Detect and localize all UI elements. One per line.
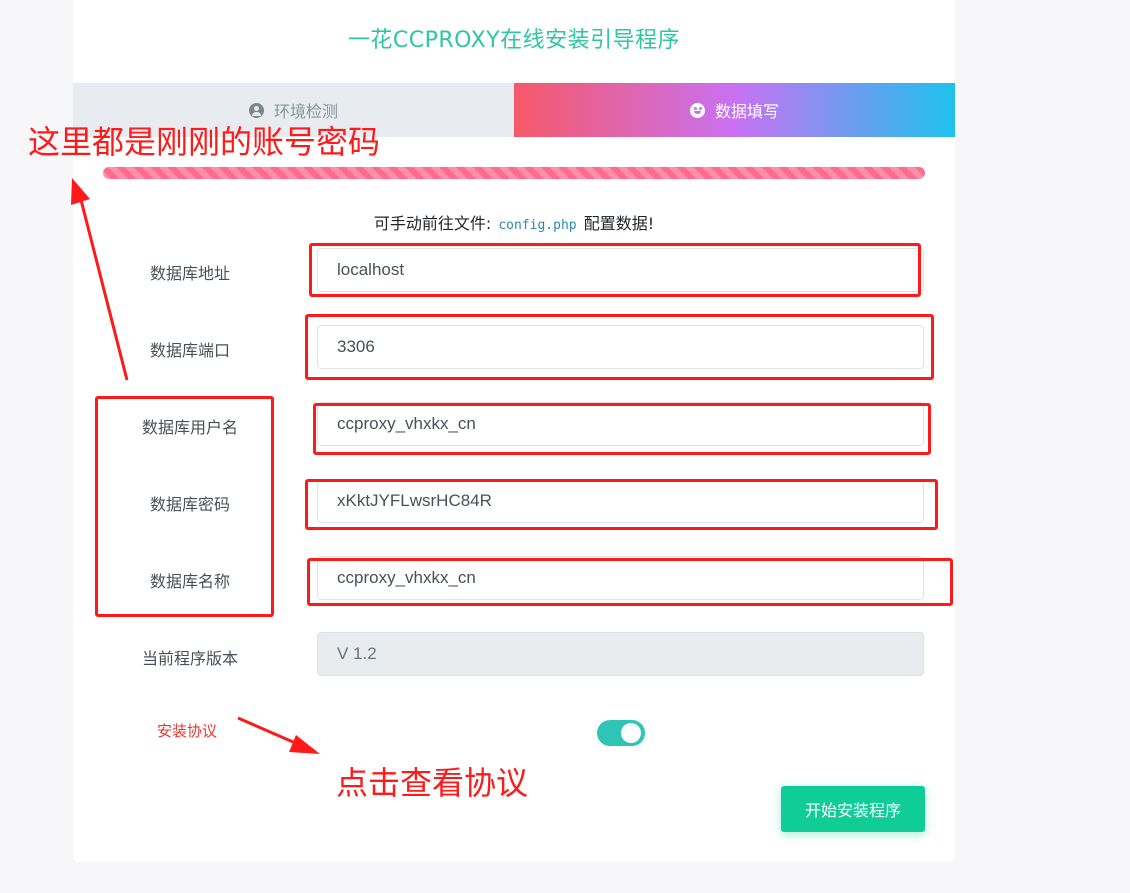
page-title: 一花CCPROXY在线安装引导程序 bbox=[347, 28, 681, 53]
annotation-box-port bbox=[305, 314, 934, 380]
user-circle-icon bbox=[248, 102, 264, 118]
agreement-link[interactable]: 安装协议 bbox=[157, 720, 217, 741]
tab-data-entry[interactable]: 数据填写 bbox=[514, 83, 955, 137]
tab-data-entry-label: 数据填写 bbox=[714, 102, 779, 121]
db-port-label: 数据库端口 bbox=[149, 341, 230, 360]
config-hint-suffix: 配置数据! bbox=[583, 214, 655, 233]
annotation-box-dbname bbox=[307, 558, 953, 606]
annotation-box-password bbox=[305, 479, 938, 530]
annotation-box-host bbox=[309, 243, 921, 297]
config-hint-prefix: 可手动前往文件: bbox=[373, 214, 492, 233]
smile-icon bbox=[689, 102, 705, 118]
annotation-note-agreement: 点击查看协议 bbox=[336, 764, 529, 802]
agreement-toggle[interactable] bbox=[597, 720, 645, 746]
db-host-label: 数据库地址 bbox=[149, 264, 230, 283]
progress-bar bbox=[103, 167, 925, 179]
annotation-box-user bbox=[313, 403, 931, 455]
progress-fill bbox=[103, 167, 925, 179]
start-install-button[interactable]: 开始安装程序 bbox=[781, 786, 925, 832]
annotation-note-credentials: 这里都是刚刚的账号密码 bbox=[28, 123, 381, 161]
config-file-name: config.php bbox=[498, 218, 577, 233]
config-hint: 可手动前往文件: config.php 配置数据! bbox=[73, 210, 955, 234]
version-label: 当前程序版本 bbox=[141, 649, 238, 668]
version-input bbox=[317, 632, 924, 676]
annotation-box-labels bbox=[95, 396, 274, 617]
toggle-knob bbox=[621, 723, 641, 743]
